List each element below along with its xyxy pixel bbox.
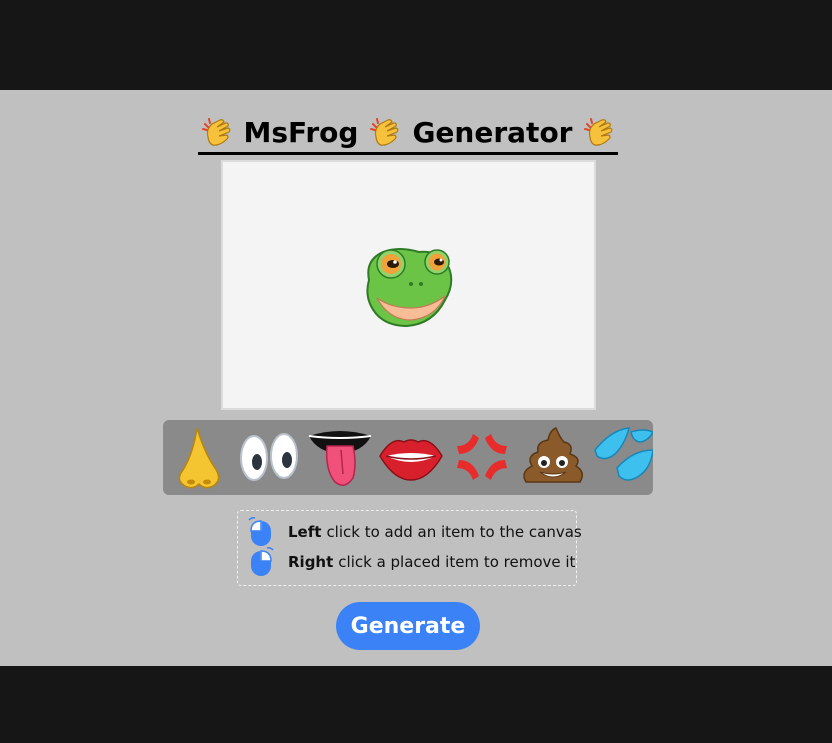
page-title: MsFrog Generator <box>198 112 618 155</box>
item-palette <box>163 420 653 495</box>
help-right-bold: Right <box>288 553 334 571</box>
palette-item-anger[interactable] <box>449 424 515 490</box>
eyes-icon <box>240 433 298 481</box>
mouse-left-click-icon <box>248 517 271 546</box>
clapping-hands-icon <box>584 118 613 146</box>
palette-item-poop[interactable] <box>520 424 586 490</box>
help-left-text: click to add an item to the canvas <box>326 523 582 541</box>
palette-item-eyes[interactable] <box>236 424 302 490</box>
help-right-text: click a placed item to remove it <box>338 553 576 571</box>
help-left-click: Left click to add an item to the canvas <box>248 517 582 546</box>
help-right-click: Right click a placed item to remove it <box>248 547 576 576</box>
sweat-droplets-icon <box>594 427 653 481</box>
poop-icon <box>523 427 583 483</box>
generate-button[interactable]: Generate <box>336 602 480 650</box>
palette-item-tongue[interactable] <box>307 424 373 490</box>
help-left-bold: Left <box>288 523 322 541</box>
anger-symbol-icon <box>457 434 507 480</box>
title-text-2: Generator <box>412 115 573 149</box>
clapping-hands-icon <box>201 118 230 146</box>
mouse-right-click-icon <box>251 547 274 576</box>
tongue-mouth-icon <box>308 431 372 486</box>
frog-face-image[interactable] <box>359 240 459 332</box>
help-box: Left click to add an item to the canvas … <box>237 510 582 586</box>
drawing-canvas[interactable] <box>221 160 596 410</box>
nose-icon <box>178 427 220 489</box>
palette-item-sweat[interactable] <box>591 424 653 490</box>
clapping-hands-icon <box>370 118 399 146</box>
palette-item-nose[interactable] <box>165 424 231 490</box>
palette-item-lips[interactable] <box>378 424 444 490</box>
lips-icon <box>379 439 443 481</box>
title-text-1: MsFrog <box>243 115 359 149</box>
